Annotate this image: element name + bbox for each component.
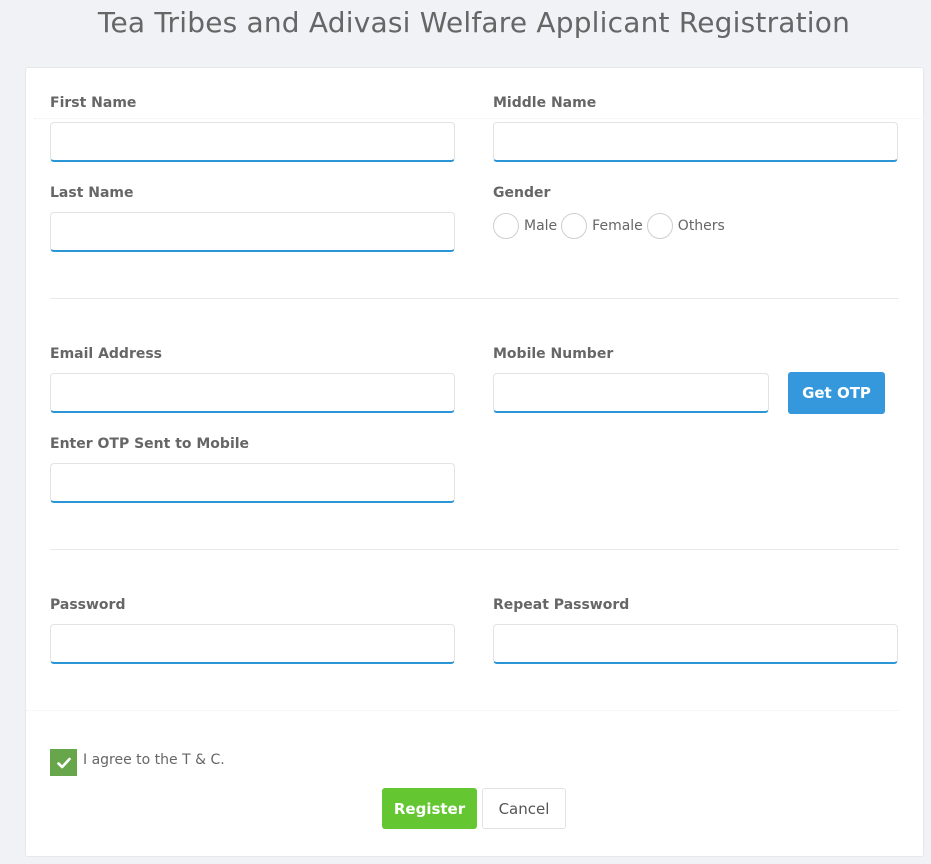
gender-option-female[interactable]: Female (561, 213, 643, 239)
first-name-label: First Name (50, 95, 137, 111)
mobile-label: Mobile Number (493, 346, 614, 362)
radio-label-male: Male (524, 218, 558, 234)
first-name-input[interactable] (50, 122, 455, 162)
cancel-button[interactable]: Cancel (482, 788, 566, 829)
section-divider (50, 298, 899, 299)
register-button[interactable]: Register (382, 788, 477, 829)
divider-dotted (34, 118, 924, 119)
email-input[interactable] (50, 373, 455, 413)
radio-button-others[interactable] (646, 213, 673, 239)
terms-label[interactable]: I agree to the T & C. (83, 752, 225, 768)
page-title: Tea Tribes and Adivasi Welfare Applicant… (97, 6, 851, 39)
last-name-input[interactable] (50, 212, 455, 252)
divider-dotted (26, 710, 899, 711)
gender-radio-group: Male Female Others (493, 213, 729, 239)
radio-button-female[interactable] (561, 213, 588, 239)
otp-input[interactable] (50, 463, 455, 503)
last-name-label: Last Name (50, 185, 134, 201)
radio-label-others: Others (677, 218, 725, 234)
repeat-password-input[interactable] (493, 624, 898, 664)
check-icon (56, 757, 71, 768)
radio-label-female: Female (592, 218, 643, 234)
terms-checkbox[interactable] (50, 749, 77, 776)
gender-option-male[interactable]: Male (493, 213, 557, 239)
section-divider (50, 549, 899, 550)
otp-label: Enter OTP Sent to Mobile (50, 436, 250, 452)
middle-name-input[interactable] (493, 122, 898, 162)
mobile-input[interactable] (493, 373, 769, 413)
get-otp-button[interactable]: Get OTP (788, 372, 885, 414)
gender-option-others[interactable]: Others (646, 213, 725, 239)
radio-button-male[interactable] (493, 213, 519, 239)
gender-label: Gender (493, 185, 551, 201)
registration-form-card: First Name Middle Name Last Name Gender … (25, 67, 924, 857)
password-label: Password (50, 597, 126, 613)
email-label: Email Address (50, 346, 163, 362)
middle-name-label: Middle Name (493, 95, 597, 111)
repeat-password-label: Repeat Password (493, 597, 630, 613)
password-input[interactable] (50, 624, 455, 664)
